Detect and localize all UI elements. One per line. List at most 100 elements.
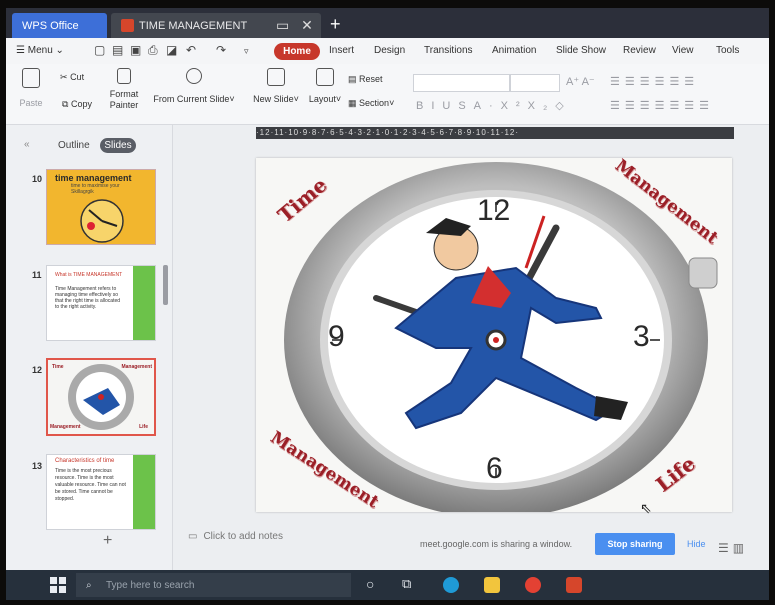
clock-number-6: 6 bbox=[486, 452, 503, 485]
add-slide-icon[interactable]: + bbox=[103, 532, 112, 550]
panel-scrollbar[interactable] bbox=[163, 265, 168, 305]
slide-canvas[interactable]: 12 3 6 9 Time Management Management Life bbox=[256, 158, 732, 512]
slide-number: 13 bbox=[32, 461, 43, 471]
main-menu-label: Menu bbox=[27, 45, 53, 56]
slides-panel: « Outline Slides 10 time management time… bbox=[6, 125, 173, 570]
slide-thumbnail-12[interactable]: Time Management Management Life bbox=[46, 358, 156, 436]
notes-placeholder: Click to add notes bbox=[203, 531, 283, 542]
window-icon[interactable]: ▭ bbox=[276, 17, 289, 33]
print-icon[interactable]: ⎙ bbox=[148, 43, 158, 58]
copy-label: Copy bbox=[70, 99, 92, 109]
notes-icon: ▭ bbox=[188, 531, 198, 542]
reset-button[interactable]: ▤ Reset bbox=[348, 74, 383, 85]
green-accent bbox=[133, 455, 155, 529]
save-icon[interactable]: ▣ bbox=[130, 43, 141, 57]
font-size-select[interactable] bbox=[510, 74, 560, 92]
chrome-icon[interactable] bbox=[525, 577, 541, 593]
thumb-word: Management bbox=[50, 424, 81, 430]
search-placeholder: Type here to search bbox=[106, 579, 195, 591]
copy-button[interactable]: ⧉ Copy bbox=[62, 99, 92, 110]
clock-illustration bbox=[68, 364, 134, 430]
tab-document-label: TIME MANAGEMENT bbox=[139, 19, 248, 32]
slide-thumbnail-10[interactable]: time management time to maximise your Sk… bbox=[46, 169, 156, 245]
thumb-title: time management bbox=[55, 173, 132, 183]
thumb-subtitle: time to maximise your Skillagrgik bbox=[71, 183, 120, 195]
section-button[interactable]: ▦ Section˅ bbox=[348, 98, 394, 109]
notes-area[interactable]: ▭ Click to add notes bbox=[188, 531, 283, 542]
slide-thumbnail-11[interactable]: What is TIME MANAGEMENT Time Management … bbox=[46, 265, 156, 341]
green-accent bbox=[133, 266, 155, 340]
hide-button[interactable]: Hide bbox=[687, 539, 706, 549]
tab-view[interactable]: View bbox=[672, 45, 694, 56]
title-bar: WPS Office TIME MANAGEMENT ▭ ✕ + bbox=[6, 8, 769, 38]
slide-thumbnail-13[interactable]: Characteristics of time Time is the most… bbox=[46, 454, 156, 530]
screen: WPS Office TIME MANAGEMENT ▭ ✕ + ☰ Menu … bbox=[6, 8, 769, 600]
clipboard-icon bbox=[22, 68, 40, 88]
thumb-body: Time Management refers to managing time … bbox=[55, 286, 121, 310]
horizontal-ruler: ·12·11·10·9·8·7·6·5·4·3·2·1·0·1·2·3·4·5·… bbox=[256, 127, 734, 139]
view-mode-icons[interactable]: ☰▥ bbox=[718, 541, 748, 555]
presentation-icon bbox=[121, 19, 134, 32]
font-name-select[interactable] bbox=[413, 74, 510, 92]
layout-label: Layout bbox=[308, 94, 336, 104]
new-slide-icon bbox=[267, 68, 285, 86]
slide-number: 12 bbox=[32, 365, 43, 375]
tab-controls: ▭ ✕ bbox=[276, 17, 313, 34]
clock-number-3: 3 bbox=[633, 320, 650, 353]
close-tab-icon[interactable]: ✕ bbox=[301, 17, 313, 33]
open-folder-icon[interactable]: ▤ bbox=[112, 43, 123, 57]
tab-outline[interactable]: Outline bbox=[58, 140, 90, 151]
tab-tools[interactable]: Tools bbox=[716, 45, 739, 56]
reset-icon: ▤ bbox=[348, 74, 357, 84]
cut-button[interactable]: ✂ Cut bbox=[60, 72, 84, 83]
new-slide-button[interactable]: New Slide˅ bbox=[250, 68, 302, 104]
task-view-icon[interactable]: ⧉ bbox=[402, 576, 411, 592]
format-painter-button[interactable]: Format Painter bbox=[106, 68, 142, 111]
section-icon: ▦ bbox=[348, 98, 357, 108]
stop-sharing-button[interactable]: Stop sharing bbox=[595, 533, 675, 555]
menu-bar: ☰ Menu ⌄ ▢ ▤ ▣ ⎙ ◪ ↶ ↷ ▿ Home Insert Des… bbox=[6, 38, 769, 64]
more-chevron-icon[interactable]: ▿ bbox=[244, 46, 249, 57]
wps-presentation-icon[interactable] bbox=[566, 577, 582, 593]
new-tab-icon[interactable]: + bbox=[330, 14, 341, 35]
tab-review[interactable]: Review bbox=[623, 45, 656, 56]
paste-button[interactable]: Paste bbox=[16, 68, 46, 108]
brush-icon bbox=[117, 68, 131, 84]
windows-taskbar: ⌕ Type here to search ○ ⧉ bbox=[6, 570, 769, 600]
tab-transitions[interactable]: Transitions bbox=[424, 45, 473, 56]
search-icon: ⌕ bbox=[86, 579, 92, 591]
clock-number-9: 9 bbox=[328, 320, 345, 353]
file-explorer-icon[interactable] bbox=[484, 577, 500, 593]
thumb-word: Life bbox=[139, 424, 148, 430]
clock-illustration bbox=[80, 199, 124, 243]
paste-label: Paste bbox=[19, 98, 43, 108]
play-icon bbox=[186, 68, 202, 84]
new-slide-label: New Slide bbox=[253, 94, 294, 104]
tab-home[interactable]: Home bbox=[274, 43, 320, 60]
tab-design[interactable]: Design bbox=[374, 45, 405, 56]
font-size-controls[interactable]: A⁺ A⁻ bbox=[566, 75, 595, 88]
edge-icon[interactable] bbox=[443, 577, 459, 593]
main-menu-button[interactable]: ☰ Menu ⌄ bbox=[16, 45, 64, 56]
from-current-slide-button[interactable]: From Current Slide˅ bbox=[152, 68, 236, 104]
tab-slides[interactable]: Slides bbox=[100, 138, 136, 153]
cortana-icon[interactable]: ○ bbox=[366, 576, 374, 592]
reset-label: Reset bbox=[359, 74, 383, 84]
share-message: meet.google.com is sharing a window. bbox=[420, 539, 573, 549]
redo-icon[interactable]: ↷ bbox=[216, 43, 226, 57]
paragraph-buttons[interactable]: ☰☰☰☰☰☰ bbox=[610, 75, 699, 88]
windows-start-icon[interactable] bbox=[50, 577, 66, 593]
preview-icon[interactable]: ◪ bbox=[166, 43, 177, 57]
tab-animation[interactable]: Animation bbox=[492, 45, 536, 56]
tab-wps-office[interactable]: WPS Office bbox=[12, 13, 107, 38]
collapse-panel-icon[interactable]: « bbox=[24, 139, 30, 150]
alignment-buttons[interactable]: ☰☰☰☰☰☰☰ bbox=[610, 99, 714, 112]
layout-button[interactable]: Layout˅ bbox=[306, 68, 344, 104]
tab-insert[interactable]: Insert bbox=[329, 45, 354, 56]
new-file-icon[interactable]: ▢ bbox=[94, 43, 105, 57]
font-style-buttons[interactable]: BIUSA·X²X₂◇ bbox=[416, 99, 572, 112]
taskbar-search-input[interactable]: ⌕ Type here to search bbox=[76, 573, 351, 597]
tab-slide-show[interactable]: Slide Show bbox=[556, 45, 606, 56]
undo-icon[interactable]: ↶ bbox=[186, 43, 196, 57]
copy-icon: ⧉ bbox=[62, 99, 69, 109]
